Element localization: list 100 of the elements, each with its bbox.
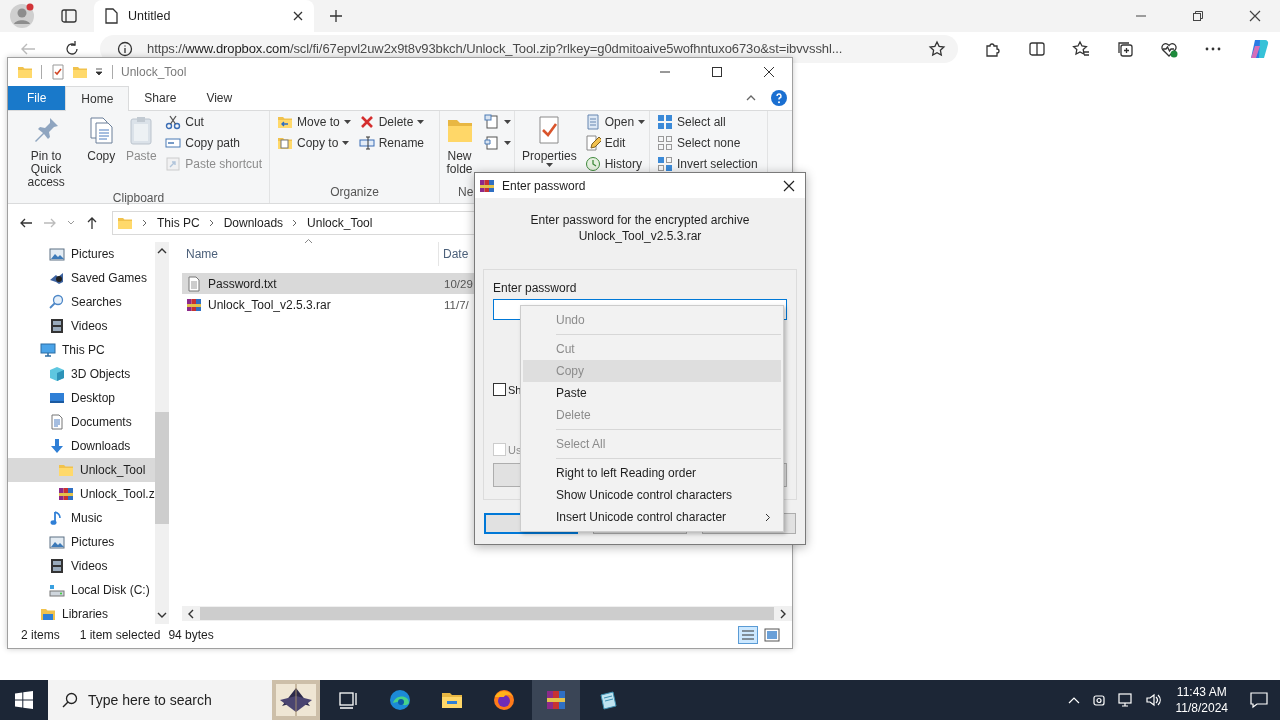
menu-item[interactable]: Show Unicode control characters <box>523 484 781 506</box>
close-icon[interactable] <box>763 66 775 78</box>
ribbon-tab[interactable]: Home <box>65 86 130 111</box>
scrollbar-thumb[interactable] <box>200 607 774 620</box>
ribbon-button[interactable] <box>481 133 514 153</box>
scroll-down-icon[interactable] <box>156 612 167 620</box>
tab-actions-icon[interactable] <box>60 7 78 25</box>
ribbon-tab[interactable]: View <box>191 86 248 110</box>
large-icons-view-icon[interactable] <box>764 628 780 642</box>
ribbon-button[interactable]: Move to <box>274 112 354 132</box>
star-icon[interactable] <box>928 40 946 58</box>
folder-icon <box>17 64 33 80</box>
folder-icon <box>117 215 133 231</box>
ribbon-button[interactable]: Open <box>581 112 649 132</box>
close-icon[interactable] <box>783 179 795 192</box>
ribbon-button[interactable]: History <box>581 154 649 174</box>
nav-item[interactable]: Downloads <box>8 434 155 458</box>
scrollbar[interactable] <box>182 606 792 621</box>
breadcrumb-item[interactable]: Unlock_Tool <box>307 216 373 230</box>
nav-item[interactable]: Saved Games <box>8 266 155 290</box>
group-label: Clipboard <box>111 191 166 205</box>
scrollbar-thumb[interactable] <box>154 412 169 524</box>
menu-item[interactable]: Paste <box>523 382 781 404</box>
start-icon[interactable] <box>15 691 33 709</box>
checkbox[interactable] <box>493 383 506 396</box>
nav-item[interactable]: Music <box>8 506 155 530</box>
nav-item[interactable]: This PC <box>8 338 155 362</box>
ribbon-tab[interactable]: File <box>8 86 66 110</box>
nav-item[interactable]: Libraries <box>8 602 155 626</box>
network-icon[interactable] <box>1117 693 1134 707</box>
close-icon[interactable] <box>292 10 304 22</box>
scroll-left-icon[interactable] <box>186 608 194 619</box>
scroll-up-icon[interactable] <box>156 246 167 254</box>
nav-item[interactable]: Local Disk (C:) <box>8 578 155 602</box>
ribbon-button[interactable]: Copy <box>82 112 121 165</box>
ribbon-button[interactable]: Copy path <box>162 133 265 153</box>
new-tab-icon[interactable] <box>328 8 344 24</box>
details-view-icon[interactable] <box>738 626 758 644</box>
nav-item[interactable]: Documents <box>8 410 155 434</box>
ribbon-button[interactable]: Properties <box>519 112 580 170</box>
ribbon-button[interactable]: Rename <box>355 133 428 153</box>
restore-icon[interactable] <box>1192 10 1204 22</box>
nav-item[interactable]: Desktop <box>8 386 155 410</box>
menu-item[interactable]: Insert Unicode control character <box>523 506 781 528</box>
folder-arrow-icon <box>277 114 293 130</box>
favorites-icon[interactable] <box>1072 40 1090 58</box>
close-icon[interactable] <box>1249 10 1261 22</box>
archive-icon[interactable] <box>532 680 580 720</box>
nav-item[interactable]: Pictures <box>8 242 155 266</box>
nav-item[interactable]: Searches <box>8 290 155 314</box>
ribbon-button[interactable]: New folde <box>440 112 479 178</box>
ribbon-tab[interactable]: Share <box>129 86 192 110</box>
collections-icon[interactable] <box>1116 40 1134 58</box>
copy-to-icon <box>277 135 293 151</box>
copilot-icon[interactable] <box>1248 38 1270 60</box>
notification-icon[interactable] <box>1250 691 1268 709</box>
breadcrumb-item[interactable]: Downloads <box>223 216 284 230</box>
heart-pulse-icon[interactable] <box>1160 40 1178 58</box>
archive-icon <box>58 486 74 502</box>
search-bar[interactable]: Type here to search <box>48 680 320 720</box>
ribbon-button[interactable]: Delete <box>355 112 428 132</box>
field-label: Enter password <box>493 280 578 296</box>
browser-tab[interactable]: Untitled <box>94 0 314 32</box>
info-icon[interactable] <box>117 41 133 57</box>
ribbon-button[interactable]: Invert selection <box>654 154 761 174</box>
scroll-right-icon[interactable] <box>780 608 788 619</box>
ribbon-button[interactable]: Cut <box>162 112 265 132</box>
ribbon-button[interactable]: Select none <box>654 133 761 153</box>
volume-icon[interactable] <box>1145 693 1162 707</box>
meeting-icon[interactable] <box>1091 693 1106 707</box>
nav-item[interactable]: Videos <box>8 554 155 578</box>
ribbon-button[interactable]: Pin to Quick access <box>12 112 81 191</box>
breadcrumb-item[interactable]: This PC <box>157 216 200 230</box>
ribbon-button[interactable] <box>481 112 514 132</box>
chevron-up-icon[interactable] <box>1067 696 1080 704</box>
ribbon-button[interactable]: Copy to <box>274 133 354 153</box>
nav-item[interactable]: 3D Objects <box>8 362 155 386</box>
nav-item[interactable]: Pictures <box>8 530 155 554</box>
column-header[interactable]: Name <box>182 242 439 266</box>
split-screen-icon[interactable] <box>1028 40 1046 58</box>
chevron-icon <box>207 219 216 227</box>
nav-item[interactable]: Videos <box>8 314 155 338</box>
scrollbar[interactable] <box>154 242 169 624</box>
ribbon-button[interactable]: Select all <box>654 112 761 132</box>
help-icon[interactable] <box>771 90 787 106</box>
search-field[interactable]: Type here to search <box>86 691 264 709</box>
menu-item[interactable]: Right to left Reading order <box>523 462 781 484</box>
ribbon-button[interactable]: Edit <box>581 133 649 153</box>
computer-icon <box>40 342 56 358</box>
refresh-icon[interactable] <box>63 40 81 58</box>
maximize-icon[interactable] <box>711 66 723 78</box>
caret-icon[interactable] <box>94 67 104 77</box>
nav-item[interactable]: Unlock_Tool.z <box>8 482 155 506</box>
puzzle-icon[interactable] <box>984 40 1002 58</box>
sort-caret-icon <box>304 238 313 244</box>
file-name: Unlock_Tool_v2.5.3.rar <box>208 297 331 312</box>
properties-icon[interactable] <box>50 64 66 80</box>
column-header[interactable]: Date <box>439 247 469 261</box>
nav-item[interactable]: Unlock_Tool <box>8 458 155 482</box>
avatar-icon[interactable] <box>8 2 36 30</box>
